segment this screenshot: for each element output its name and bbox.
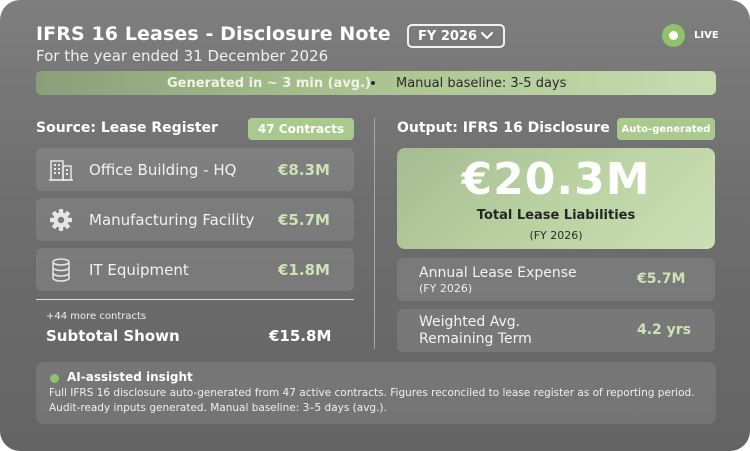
total-liabilities-fy: (FY 2026) <box>529 229 583 242</box>
generation-banner: Generated in ~ 3 min (avg.) Manual basel… <box>36 71 716 95</box>
page-subtitle: For the year ended 31 December 2026 <box>36 47 329 65</box>
lease-value: €8.3M <box>278 160 330 179</box>
separator-dot <box>371 81 375 85</box>
lease-name: Office Building - HQ <box>89 160 237 179</box>
subtotal-label: Subtotal Shown <box>46 327 180 345</box>
lease-value: €5.7M <box>278 210 330 229</box>
source-title: Source: Lease Register <box>36 120 218 136</box>
live-dot-icon <box>662 24 685 47</box>
chevron-down-icon <box>481 32 493 39</box>
disclosure-card: IFRS 16 Leases - Disclosure Note For the… <box>0 0 750 451</box>
ai-insight-panel: AI-assisted insight Full IFRS 16 disclos… <box>36 362 716 424</box>
total-liabilities-value: €20.3M <box>461 154 651 205</box>
insight-body: Full IFRS 16 disclosure auto-generated f… <box>49 387 695 414</box>
live-indicator: LIVE <box>662 24 719 47</box>
lease-name: IT Equipment <box>89 260 189 279</box>
gear-icon <box>50 209 72 231</box>
metric-value: 4.2 yrs <box>637 322 692 338</box>
manual-baseline: Manual baseline: 3-5 days <box>396 75 567 91</box>
generated-time: Generated in ~ 3 min (avg.) <box>167 75 371 91</box>
column-divider <box>374 118 375 349</box>
fiscal-year-select[interactable]: FY 2026 <box>407 24 505 48</box>
fiscal-year-value: FY 2026 <box>418 28 478 44</box>
auto-generated-badge: Auto-generated <box>617 118 715 140</box>
metric-label-line2: Remaining Term <box>419 331 532 347</box>
total-lease-liabilities-card: €20.3M Total Lease Liabilities (FY 2026) <box>397 148 715 249</box>
building-icon <box>49 160 73 181</box>
lease-row-office[interactable]: Office Building - HQ €8.3M <box>36 148 354 191</box>
lease-row-manufacturing[interactable]: Manufacturing Facility €5.7M <box>36 198 354 241</box>
lease-row-it-equipment[interactable]: IT Equipment €1.8M <box>36 248 354 291</box>
insight-dot-icon <box>50 374 59 383</box>
page-title: IFRS 16 Leases - Disclosure Note <box>36 23 391 45</box>
total-liabilities-label: Total Lease Liabilities <box>476 208 636 223</box>
lease-name: Manufacturing Facility <box>89 210 255 229</box>
metric-annual-lease-expense: Annual Lease Expense (FY 2026) €5.7M <box>397 258 715 301</box>
more-contracts-link[interactable]: +44 more contracts <box>46 311 146 322</box>
contracts-badge: 47 Contracts <box>248 118 354 140</box>
lease-value: €1.8M <box>278 260 330 279</box>
metric-value: €5.7M <box>637 271 686 287</box>
subtotal-divider <box>36 299 354 300</box>
live-label: LIVE <box>694 30 719 41</box>
database-icon <box>52 258 70 282</box>
metric-label: Annual Lease Expense <box>419 265 577 281</box>
subtotal-value: €15.8M <box>269 327 332 345</box>
insight-heading: AI-assisted insight <box>67 370 193 384</box>
output-title: Output: IFRS 16 Disclosure <box>397 120 610 136</box>
metric-label: Weighted Avg. <box>419 314 521 330</box>
metric-sublabel: (FY 2026) <box>419 282 473 295</box>
metric-weighted-remaining-term: Weighted Avg. Remaining Term 4.2 yrs <box>397 309 715 352</box>
